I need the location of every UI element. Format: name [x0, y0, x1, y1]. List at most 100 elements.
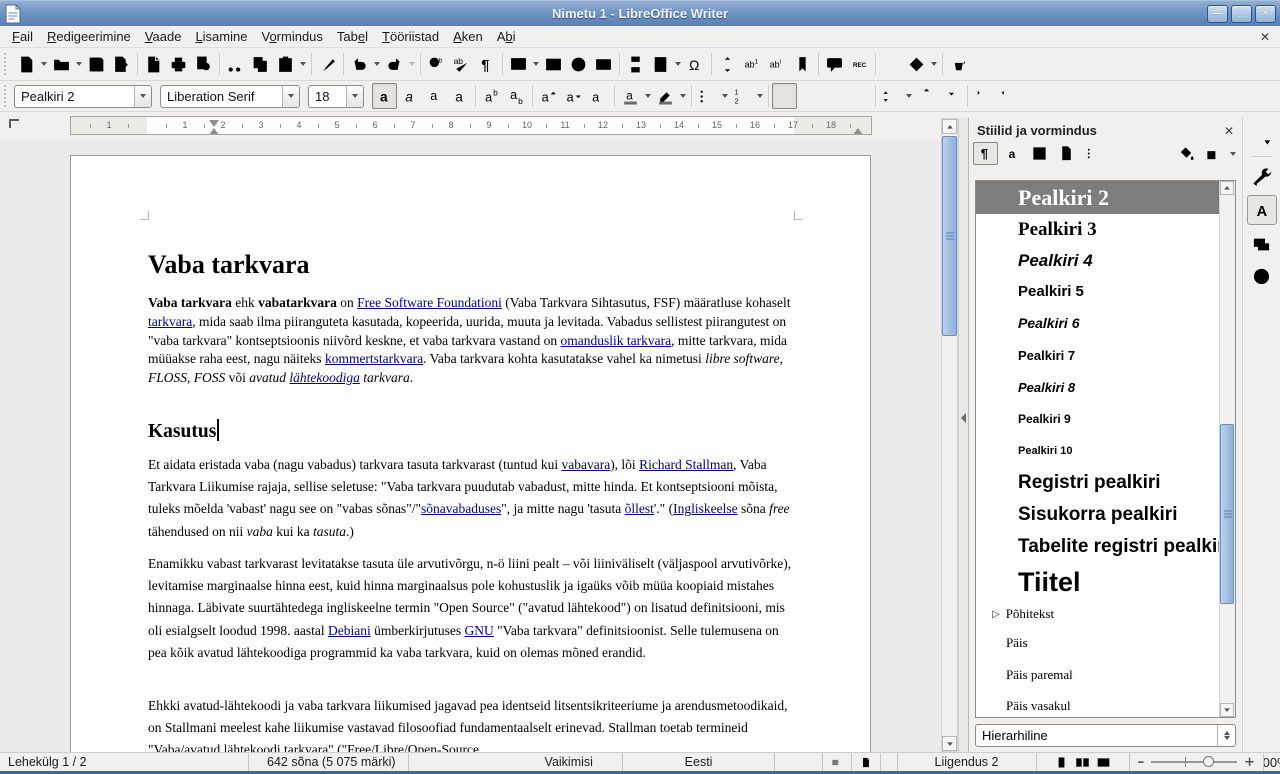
redo-button[interactable]: [382, 51, 407, 77]
hyperlink[interactable]: Free Software Foundationi: [357, 295, 502, 310]
scroll-down-button[interactable]: [942, 736, 957, 751]
scrollbar-thumb[interactable]: [1220, 424, 1234, 604]
zoom-slider[interactable]: [1151, 761, 1237, 763]
status-zoom-value[interactable]: 100%: [1264, 753, 1280, 771]
export-pdf-button[interactable]: [141, 51, 166, 77]
styles-tab[interactable]: [1247, 195, 1277, 225]
hyperlink[interactable]: GNU: [464, 623, 493, 638]
page-break-button[interactable]: [623, 51, 648, 77]
redo-dropdown-icon[interactable]: [409, 62, 415, 66]
gallery-button[interactable]: [946, 51, 971, 77]
decrease-indent-button[interactable]: [996, 83, 1021, 109]
zoom-out-button[interactable]: –: [1138, 755, 1145, 770]
decrease-paragraph-spacing-button[interactable]: [939, 83, 964, 109]
menu-item-vormindus[interactable]: Vormindus: [254, 27, 329, 46]
paste-button[interactable]: [273, 51, 298, 77]
fill-format-mode-button[interactable]: [1174, 142, 1199, 165]
clone-formatting-button[interactable]: [315, 51, 340, 77]
align-left-button[interactable]: [772, 83, 797, 109]
style-item-pealkiri-7[interactable]: Pealkiri 7: [976, 339, 1235, 371]
basic-shapes-dropdown-icon[interactable]: [931, 62, 937, 66]
highlight-color-dropdown-icon[interactable]: [680, 94, 686, 98]
highlight-color-button[interactable]: [653, 83, 678, 109]
print-button[interactable]: [166, 51, 191, 77]
font-color-button[interactable]: [618, 83, 643, 109]
scroll-up-button[interactable]: [942, 119, 957, 134]
page-styles-button[interactable]: [1054, 142, 1079, 165]
menu-item-abi[interactable]: Abi: [490, 27, 523, 46]
shrink-font-button[interactable]: [561, 83, 586, 109]
menu-item-redigeerimine[interactable]: Redigeerimine: [40, 27, 138, 46]
new-style-from-selection-button[interactable]: [1201, 142, 1226, 165]
hyperlink[interactable]: Debiani: [328, 623, 371, 638]
menu-item-tooriistad[interactable]: Tööriistad: [375, 27, 446, 46]
hyperlink[interactable]: õllest: [625, 501, 654, 516]
hyperlink[interactable]: vabavara: [561, 457, 610, 472]
document-vertical-scrollbar[interactable]: [941, 118, 958, 752]
book-view-icon[interactable]: [1096, 755, 1111, 770]
right-indent-marker[interactable]: [853, 128, 863, 135]
expander-icon[interactable]: ▷: [992, 609, 1000, 620]
sidebar-settings-button[interactable]: [1248, 124, 1276, 150]
style-item-põhitekst[interactable]: ▷Põhitekst: [976, 601, 1235, 627]
justify-button[interactable]: [847, 83, 872, 109]
gallery-tab[interactable]: [1248, 231, 1276, 257]
numbered-list-dropdown-icon[interactable]: [757, 94, 763, 98]
paragraph-styles-button[interactable]: [973, 142, 998, 165]
hyperlink[interactable]: lähtekoodiga: [289, 370, 360, 385]
sidebar-splitter[interactable]: [958, 118, 968, 752]
copy-button[interactable]: [248, 51, 273, 77]
font-size-combo[interactable]: 18: [308, 85, 364, 108]
insert-field-dropdown-icon[interactable]: [675, 62, 681, 66]
track-changes-status-button[interactable]: [852, 753, 881, 771]
style-item-registri-pealkiri[interactable]: Registri pealkiri: [976, 467, 1235, 499]
toolbar-grip[interactable]: [4, 53, 9, 75]
style-item-tiitel[interactable]: Tiitel: [976, 563, 1235, 601]
hyperlink[interactable]: Ingliskeelse: [673, 501, 737, 516]
new-document-button[interactable]: [14, 51, 39, 77]
special-character-button[interactable]: [683, 51, 708, 77]
document-heading-2[interactable]: Kasutus: [148, 419, 219, 443]
font-name-combo[interactable]: Liberation Serif: [160, 85, 300, 108]
navigator-tab[interactable]: [1248, 263, 1276, 289]
print-preview-button[interactable]: [191, 51, 216, 77]
increase-paragraph-spacing-button[interactable]: [914, 83, 939, 109]
font-size-dropdown[interactable]: [346, 86, 363, 107]
bold-button[interactable]: [372, 83, 397, 109]
insert-image-button[interactable]: [541, 51, 566, 77]
single-page-view-icon[interactable]: [1054, 755, 1069, 770]
hyperlink[interactable]: tarkvara: [148, 314, 192, 329]
left-indent-marker[interactable]: [209, 128, 219, 135]
style-filter-combo[interactable]: Hierarhiline: [975, 724, 1236, 747]
new-document-dropdown-icon[interactable]: [41, 62, 47, 66]
properties-tab[interactable]: [1248, 163, 1276, 189]
style-item-pealkiri-8[interactable]: Pealkiri 8: [976, 371, 1235, 403]
style-item-pealkiri-9[interactable]: Pealkiri 9: [976, 403, 1235, 435]
font-color-dropdown-icon[interactable]: [645, 94, 651, 98]
document-heading-1[interactable]: Vaba tarkvara: [148, 250, 310, 280]
menu-item-lisamine[interactable]: Lisamine: [188, 27, 254, 46]
basic-shapes-button[interactable]: [904, 51, 929, 77]
minimize-button[interactable]: —: [1207, 5, 1228, 23]
style-item-pealkiri-3[interactable]: Pealkiri 3: [976, 214, 1235, 245]
close-button[interactable]: ✕: [1255, 5, 1276, 23]
bullet-list-dropdown-icon[interactable]: [722, 94, 728, 98]
zoom-slider-thumb[interactable]: [1203, 756, 1214, 767]
frame-styles-button[interactable]: [1027, 142, 1052, 165]
horizontal-ruler[interactable]: 1123456789101112131415161718: [70, 116, 872, 135]
hyperlink[interactable]: sõnavabaduses: [421, 501, 501, 516]
undo-dropdown-icon[interactable]: [374, 62, 380, 66]
document-paragraph[interactable]: Et aidata eristada vaba (nagu vabadus) t…: [148, 454, 796, 543]
grow-font-button[interactable]: [536, 83, 561, 109]
numbered-list-button[interactable]: [730, 83, 755, 109]
document-paragraph[interactable]: Ehkki avatud-lähtekoodi ja vaba tarkvara…: [148, 695, 796, 752]
style-item-päis-paremal[interactable]: Päis paremal: [976, 659, 1235, 691]
first-line-indent-marker[interactable]: [209, 120, 219, 127]
italic-button[interactable]: [397, 83, 422, 109]
style-item-pealkiri-4[interactable]: Pealkiri 4: [976, 245, 1235, 276]
style-item-tabelite-registri-pealkiri[interactable]: Tabelite registri pealkiri: [976, 531, 1235, 563]
clear-formatting-button[interactable]: [586, 83, 611, 109]
insert-table-dropdown-icon[interactable]: [533, 62, 539, 66]
style-item-pealkiri-2[interactable]: Pealkiri 2: [976, 181, 1235, 214]
style-filter-spinner[interactable]: [1217, 725, 1235, 746]
